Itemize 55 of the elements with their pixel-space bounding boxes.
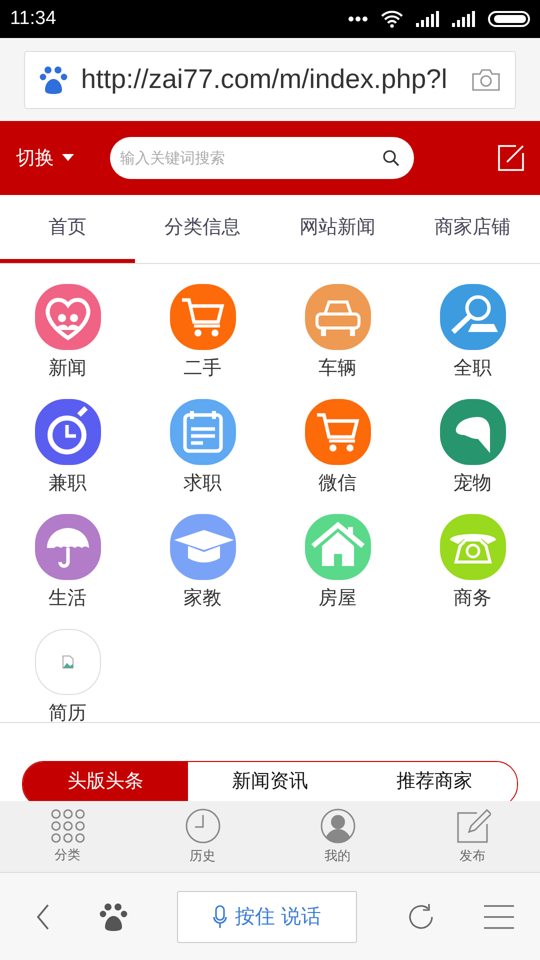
category-label[interactable]: 微信 bbox=[318, 470, 356, 496]
cart-icon[interactable] bbox=[304, 399, 370, 465]
clock-icon bbox=[184, 808, 220, 844]
nav-tab[interactable]: 首页 bbox=[0, 195, 135, 263]
paw-icon[interactable] bbox=[98, 902, 128, 932]
category-label[interactable]: 兼职 bbox=[48, 470, 86, 496]
graduation-cap-icon[interactable] bbox=[170, 514, 236, 580]
user-icon bbox=[320, 808, 356, 844]
voice-button[interactable]: 按住 说话 bbox=[177, 890, 357, 942]
nav-item[interactable]: 历史 bbox=[135, 801, 270, 872]
category-label[interactable]: 新闻 bbox=[48, 355, 86, 381]
url-text: http://zai77.com/m/index.php?l bbox=[81, 64, 448, 95]
nav-item[interactable]: 我的 bbox=[270, 801, 405, 872]
search-field[interactable]: 输入关键词搜索 bbox=[110, 137, 414, 179]
edit-icon bbox=[454, 808, 490, 844]
wifi-icon bbox=[380, 10, 404, 28]
camera-icon[interactable] bbox=[471, 68, 501, 92]
battery-icon bbox=[488, 11, 530, 27]
more-icon bbox=[348, 16, 368, 22]
calendar-icon[interactable] bbox=[170, 399, 236, 465]
stopwatch-icon[interactable] bbox=[34, 399, 100, 465]
category-label[interactable]: 家教 bbox=[184, 585, 222, 611]
search-icon[interactable] bbox=[382, 149, 400, 167]
address-bar[interactable]: http://zai77.com/m/index.php?l bbox=[24, 50, 516, 108]
nav-tab[interactable]: 商家店铺 bbox=[405, 195, 540, 263]
telephone-icon[interactable] bbox=[440, 514, 506, 580]
category-label[interactable]: 生活 bbox=[48, 585, 86, 611]
umbrella-icon[interactable] bbox=[34, 514, 100, 580]
category-label[interactable]: 宠物 bbox=[454, 470, 492, 496]
switch-button[interactable]: 切换 bbox=[16, 145, 92, 171]
clock-time: 11:34 bbox=[10, 8, 56, 30]
nav-item[interactable]: 分类 bbox=[0, 801, 135, 872]
category-label[interactable]: 全职 bbox=[454, 355, 492, 381]
caret-icon bbox=[62, 154, 74, 162]
category-label[interactable]: 求职 bbox=[184, 470, 222, 496]
category-label[interactable]: 车辆 bbox=[318, 355, 356, 381]
category-label[interactable]: 简历 bbox=[48, 700, 86, 726]
paw-icon bbox=[39, 64, 69, 94]
grid-icon bbox=[50, 809, 84, 843]
segment-tab[interactable]: 头版头条 bbox=[23, 762, 188, 801]
signal-icon bbox=[452, 11, 476, 27]
car-icon[interactable] bbox=[304, 284, 370, 350]
menu-icon[interactable] bbox=[484, 904, 514, 928]
category-label[interactable]: 房屋 bbox=[318, 585, 356, 611]
nav-tab[interactable]: 网站新闻 bbox=[270, 195, 405, 263]
microphone-icon bbox=[212, 904, 227, 928]
nav-item[interactable]: 发布 bbox=[405, 801, 540, 872]
category-label[interactable]: 二手 bbox=[184, 355, 222, 381]
cart-icon[interactable] bbox=[170, 284, 236, 350]
back-icon[interactable] bbox=[36, 904, 50, 930]
nav-tab[interactable]: 分类信息 bbox=[135, 195, 270, 263]
category-label[interactable]: 商务 bbox=[454, 585, 492, 611]
house-icon[interactable] bbox=[304, 514, 370, 580]
edit-icon[interactable] bbox=[498, 145, 524, 171]
signal-icon bbox=[416, 11, 440, 27]
